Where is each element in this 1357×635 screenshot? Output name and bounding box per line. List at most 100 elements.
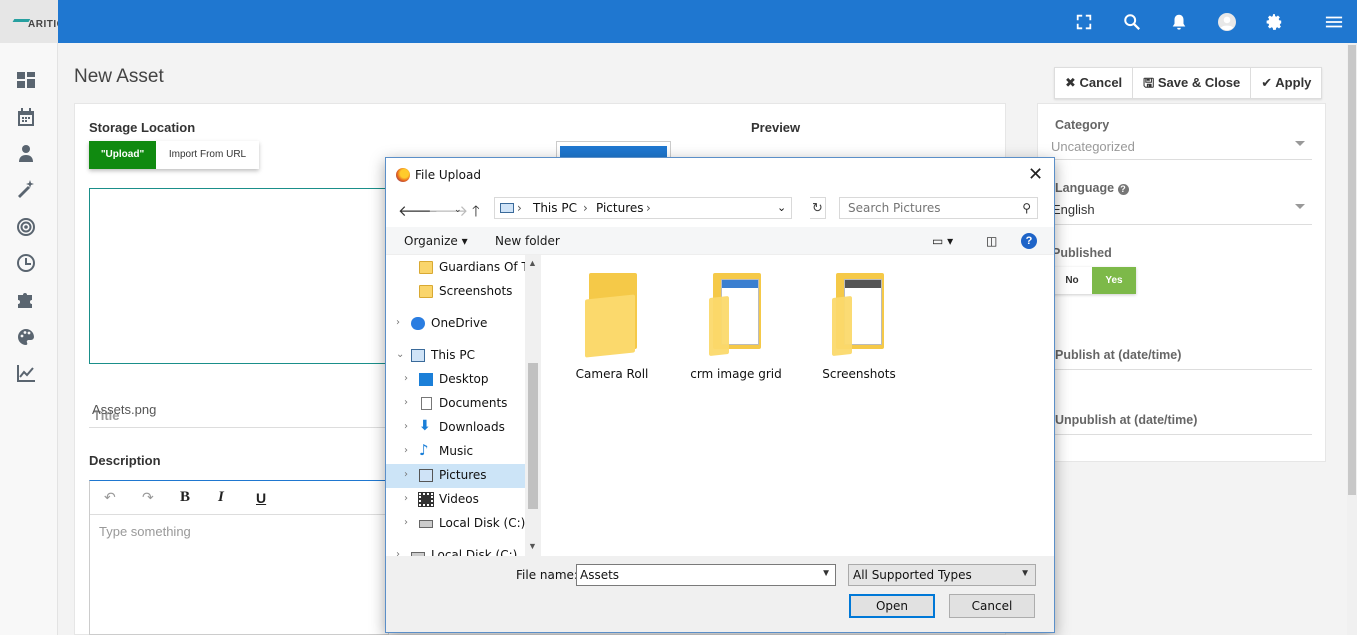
open-button[interactable]: Open <box>849 594 935 618</box>
underline-button[interactable]: U <box>256 490 294 506</box>
tab-import-url[interactable]: Import From URL <box>156 141 259 169</box>
calendar-icon[interactable] <box>16 107 38 129</box>
apply-button[interactable]: ✔ Apply <box>1251 68 1321 98</box>
gear-icon[interactable] <box>1263 11 1285 33</box>
contacts-icon[interactable] <box>16 143 38 165</box>
chevron-right-icon[interactable]: › <box>404 373 408 384</box>
close-icon[interactable]: ✕ <box>1028 164 1043 185</box>
upload-dropzone[interactable] <box>89 188 389 364</box>
logo[interactable]: ARITIC <box>0 0 58 43</box>
dashboard-icon[interactable] <box>16 70 38 92</box>
folder-crm-image-grid[interactable]: crm image grid <box>686 273 786 383</box>
folder-icon <box>419 261 433 274</box>
folder-icon <box>585 273 641 358</box>
tree-item-local-disk[interactable]: › Local Disk (C:) <box>386 512 526 536</box>
cancel-button[interactable]: ✖ Cancel <box>1055 68 1134 98</box>
folder-screenshots[interactable]: Screenshots <box>809 273 909 383</box>
language-select[interactable]: English <box>1052 202 1095 217</box>
scroll-down-icon[interactable]: ▼ <box>528 541 537 551</box>
organize-menu[interactable]: Organize ▾ <box>404 234 468 248</box>
dialog-cancel-button[interactable]: Cancel <box>949 594 1035 618</box>
address-dropdown-icon[interactable]: ⌄ <box>777 201 786 214</box>
tree-scrollbar[interactable]: ▲ ▼ <box>525 255 541 556</box>
tab-upload[interactable]: "Upload" <box>89 141 156 169</box>
language-label: Language ? <box>1055 181 1129 195</box>
description-label: Description <box>89 453 161 468</box>
tree-label: Music <box>439 444 474 458</box>
refresh-icon[interactable]: ↻ <box>810 197 826 219</box>
videos-icon <box>418 492 434 507</box>
bold-button[interactable]: B <box>180 489 218 506</box>
chevron-down-icon[interactable]: ▼ <box>821 568 831 579</box>
palette-icon[interactable] <box>16 327 38 349</box>
tree-item-downloads[interactable]: › ⬇ Downloads <box>386 416 526 440</box>
top-bar: ARITIC <box>0 0 1357 43</box>
forward-arrow-icon[interactable]: 🡒 <box>428 201 468 220</box>
scroll-up-icon[interactable]: ▲ <box>528 258 537 268</box>
save-close-button[interactable]: 🖫 Save & Close <box>1133 68 1252 98</box>
chevron-right-icon[interactable]: › <box>404 445 408 456</box>
dialog-title: File Upload <box>415 168 481 182</box>
search-input[interactable] <box>840 198 1010 218</box>
tree-item-desktop[interactable]: › Desktop <box>386 368 526 392</box>
chevron-right-icon[interactable]: › <box>404 421 408 432</box>
file-name-input[interactable]: Assets ▼ <box>576 564 836 586</box>
magic-wand-icon[interactable] <box>16 179 38 201</box>
firefox-icon <box>396 168 410 182</box>
crumb-this-pc[interactable]: This PC <box>533 201 577 215</box>
preview-pane-icon[interactable]: ◫ <box>986 234 997 248</box>
tree-label: Local Disk (C:) <box>431 548 518 556</box>
category-select[interactable]: Uncategorized <box>1051 139 1135 154</box>
tree-item-onedrive[interactable]: › OneDrive <box>386 312 526 336</box>
unpublish-at-field[interactable]: Unpublish at (date/time) <box>1055 413 1197 427</box>
clock-icon[interactable] <box>16 253 38 275</box>
page-scrollbar[interactable] <box>1347 43 1357 635</box>
redo-icon[interactable]: ↷ <box>142 489 180 506</box>
title-field[interactable]: Title Assets.png <box>89 398 389 428</box>
tree-item-guardians[interactable]: Guardians Of Th <box>386 256 536 280</box>
tree-item-documents[interactable]: › Documents <box>386 392 526 416</box>
user-avatar-icon[interactable] <box>1216 11 1238 33</box>
tree-item-screenshots[interactable]: Screenshots <box>386 280 526 304</box>
chevron-right-icon[interactable]: › <box>404 397 408 408</box>
chevron-right-icon[interactable]: › <box>404 517 408 528</box>
tree-item-videos[interactable]: › Videos <box>386 488 526 512</box>
new-folder-button[interactable]: New folder <box>495 234 560 248</box>
folder-camera-roll[interactable]: Camera Roll <box>562 273 662 383</box>
address-bar[interactable]: › This PC › Pictures › ⌄ <box>494 197 792 219</box>
up-arrow-icon[interactable]: 🡑 <box>472 201 480 226</box>
toggle-no[interactable]: No <box>1052 267 1092 294</box>
tree-item-local-disk-2[interactable]: › Local Disk (C:) <box>386 544 526 556</box>
italic-button[interactable]: I <box>218 489 256 506</box>
chevron-right-icon[interactable]: › <box>396 317 400 328</box>
title-value: Assets.png <box>92 402 157 417</box>
description-editor[interactable]: ↶ ↷ B I U Type something <box>89 480 389 635</box>
tree-item-music[interactable]: › ♪ Music <box>386 440 526 464</box>
chevron-down-icon[interactable]: ⌄ <box>396 349 404 360</box>
published-toggle[interactable]: No Yes <box>1052 267 1136 294</box>
recent-chevron-icon[interactable]: ⌄ <box>454 204 462 215</box>
tree-item-pictures[interactable]: › Pictures <box>386 464 526 488</box>
bell-icon[interactable] <box>1168 11 1190 33</box>
publish-at-field[interactable]: Publish at (date/time) <box>1055 348 1181 362</box>
target-icon[interactable] <box>16 217 38 239</box>
chart-line-icon[interactable] <box>16 363 38 385</box>
search-pictures-box[interactable]: ⚲ <box>839 197 1038 219</box>
published-label: Published <box>1052 246 1112 260</box>
downloads-icon: ⬇ <box>419 418 431 434</box>
menu-icon[interactable] <box>1323 11 1345 33</box>
crumb-pictures[interactable]: Pictures <box>596 201 644 215</box>
help-icon[interactable]: ? <box>1021 233 1037 249</box>
chevron-right-icon[interactable]: › <box>404 469 408 480</box>
search-icon[interactable] <box>1121 11 1143 33</box>
undo-icon[interactable]: ↶ <box>104 489 142 506</box>
file-type-select[interactable]: All Supported Types ▼ <box>848 564 1036 586</box>
chevron-down-icon: ▼ <box>1020 568 1030 579</box>
toggle-yes[interactable]: Yes <box>1092 267 1136 294</box>
fullscreen-icon[interactable] <box>1073 11 1095 33</box>
tree-item-this-pc[interactable]: ⌄ This PC <box>386 344 526 368</box>
chevron-right-icon[interactable]: › <box>404 493 408 504</box>
puzzle-icon[interactable] <box>16 289 38 311</box>
view-options-icon[interactable]: ▭ ▾ <box>932 234 953 248</box>
chevron-right-icon[interactable]: › <box>396 549 400 556</box>
